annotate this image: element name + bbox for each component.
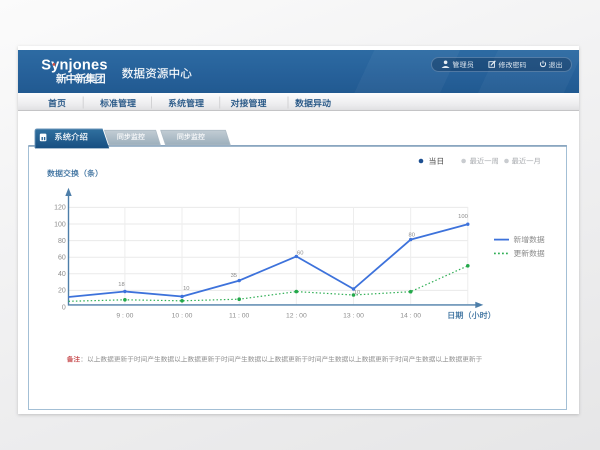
svg-text:0: 0	[62, 304, 66, 311]
svg-text:10: 10	[354, 290, 360, 296]
svg-text:40: 40	[58, 271, 66, 278]
svg-text:14 : 00: 14 : 00	[400, 313, 421, 320]
svg-text:Synjones: Synjones	[41, 57, 107, 73]
svg-text:100: 100	[458, 214, 468, 220]
svg-text:80: 80	[58, 238, 66, 245]
svg-text:35: 35	[231, 273, 237, 279]
svg-text:18: 18	[118, 282, 124, 288]
svg-text:9 : 00: 9 : 00	[116, 313, 133, 320]
svg-text:120: 120	[54, 205, 66, 212]
svg-text:11 : 00: 11 : 00	[229, 313, 250, 320]
svg-text:10: 10	[183, 286, 189, 292]
svg-text:10 : 00: 10 : 00	[172, 313, 193, 320]
svg-text:20: 20	[58, 288, 66, 295]
svg-text:80: 80	[408, 232, 414, 238]
svg-text:60: 60	[58, 255, 66, 262]
svg-text:100: 100	[54, 221, 66, 228]
svg-text:60: 60	[297, 251, 303, 257]
svg-text:12 : 00: 12 : 00	[286, 313, 307, 320]
svg-text:13 : 00: 13 : 00	[343, 313, 364, 320]
